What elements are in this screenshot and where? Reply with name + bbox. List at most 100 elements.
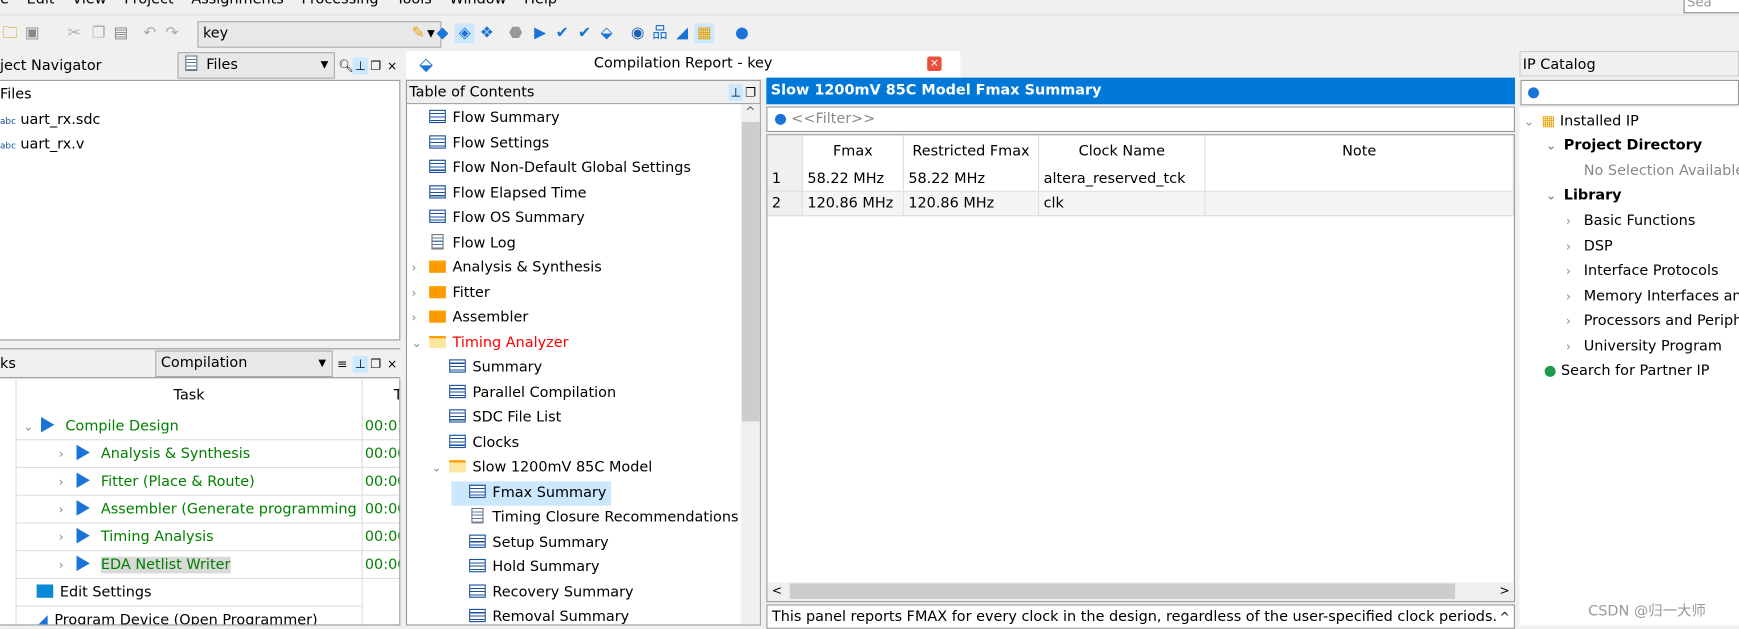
start-compilation-icon[interactable]: ▶ xyxy=(530,23,550,43)
analysis-synthesis-icon[interactable]: ✔ xyxy=(574,23,594,43)
chevron-right-icon[interactable]: › xyxy=(59,440,77,467)
column-header[interactable]: Restricted Fmax xyxy=(904,135,1040,169)
column-header[interactable]: Note xyxy=(1206,135,1514,169)
chevron-right-icon[interactable]: › xyxy=(411,281,429,305)
tree-item-ip-category[interactable]: › Basic Functions xyxy=(1566,210,1695,234)
tree-item-ip-category[interactable]: › DSP xyxy=(1566,235,1613,259)
menu-item[interactable]: Edit xyxy=(27,0,55,8)
toc-item[interactable]: › Assembler xyxy=(411,306,528,330)
revision-select[interactable]: key ▼ xyxy=(197,21,442,48)
pin-icon[interactable]: ⊥ xyxy=(352,57,369,75)
chip-planner-icon[interactable]: ❖ xyxy=(477,23,497,43)
float-icon[interactable]: ❐ xyxy=(370,51,381,81)
table-cell[interactable]: clk xyxy=(1039,191,1206,217)
chevron-right-icon[interactable]: › xyxy=(411,256,429,280)
toc-item[interactable]: › Fitter xyxy=(411,281,489,305)
toc-item[interactable]: Removal Summary xyxy=(451,606,629,624)
pin-icon[interactable]: ⊥ xyxy=(352,356,369,373)
search-icon[interactable]: 🔍︎ xyxy=(338,51,353,81)
toc-item[interactable]: SDC File List xyxy=(431,406,561,430)
toc-item[interactable]: › Analysis & Synthesis xyxy=(411,256,601,280)
close-icon[interactable]: × xyxy=(927,56,942,71)
table-cell[interactable]: 58.22 MHz xyxy=(903,167,1040,192)
file-item[interactable]: abc uart_rx.sdc xyxy=(0,109,100,133)
navigator-view-select[interactable]: Files ▼ xyxy=(177,52,335,79)
toc-item[interactable]: Flow Summary xyxy=(411,106,560,130)
table-cell[interactable]: altera_reserved_tck xyxy=(1039,167,1206,192)
toc-item[interactable]: Flow Non-Default Global Settings xyxy=(411,156,691,180)
toc-item[interactable]: ⌄ Slow 1200mV 85C Model xyxy=(431,456,652,480)
menu-item[interactable]: Processing xyxy=(302,0,379,8)
horizontal-scrollbar[interactable]: < > xyxy=(767,582,1514,602)
search-partner-ip[interactable]: ● Search for Partner IP xyxy=(1544,359,1710,383)
netlist-viewer-icon[interactable]: 品 xyxy=(650,23,670,43)
toc-item[interactable]: Flow Log xyxy=(411,231,516,255)
save-icon[interactable]: ▣ xyxy=(22,23,42,43)
timing-analyzer-icon[interactable]: ◉ xyxy=(628,23,648,43)
menu-item[interactable]: Help xyxy=(524,0,557,8)
chevron-right-icon[interactable]: › xyxy=(411,306,429,330)
task-row[interactable]: › Timing Analysis xyxy=(16,523,362,552)
chevron-right-icon[interactable]: › xyxy=(1566,210,1584,234)
column-header[interactable]: Fmax xyxy=(803,135,904,169)
task-row[interactable]: › Assembler (Generate programming files) xyxy=(16,496,362,524)
tree-item-ip-category[interactable]: › Interface Protocols xyxy=(1566,260,1718,284)
menu-item[interactable]: Window xyxy=(450,0,507,8)
toc-item[interactable]: Flow Elapsed Time xyxy=(411,181,587,205)
ip-catalog-icon[interactable]: ▦ xyxy=(694,23,715,44)
chevron-down-icon[interactable]: ⌄ xyxy=(23,413,41,440)
paste-icon[interactable]: ▤ xyxy=(111,23,131,43)
chevron-down-icon[interactable]: ⌄ xyxy=(411,331,429,355)
close-icon[interactable]: × xyxy=(387,349,397,379)
chevron-right-icon[interactable]: › xyxy=(1566,334,1584,358)
ip-search-input[interactable]: ● xyxy=(1520,79,1739,106)
flow-select[interactable]: Compilation ▼ xyxy=(155,350,333,378)
filter-input[interactable]: ● <<Filter>> xyxy=(766,106,1515,132)
run-icon[interactable] xyxy=(76,472,90,488)
toc-item[interactable]: Parallel Compilation xyxy=(431,381,616,405)
scroll-left-icon[interactable]: < xyxy=(772,583,782,597)
menu-icon[interactable]: ≡ xyxy=(337,349,347,379)
chevron-right-icon[interactable]: › xyxy=(59,523,77,550)
menu-item[interactable]: Assignments xyxy=(191,0,283,8)
run-icon[interactable] xyxy=(41,417,55,433)
toc-scrollbar[interactable]: ^ xyxy=(740,104,760,625)
pin-planner-icon[interactable]: ◆ xyxy=(433,23,453,43)
column-header[interactable] xyxy=(767,135,803,169)
chevron-right-icon[interactable]: › xyxy=(59,468,77,495)
toc-item[interactable]: Fmax Summary xyxy=(451,480,611,506)
toc-item[interactable]: ⌄ Timing Analyzer xyxy=(411,331,568,355)
toc-item[interactable]: Setup Summary xyxy=(451,531,609,555)
table-cell[interactable]: 120.86 MHz xyxy=(903,191,1040,217)
chevron-right-icon[interactable]: › xyxy=(1566,235,1584,259)
open-icon[interactable]: 🗀 xyxy=(0,23,20,43)
task-row[interactable]: › Fitter (Place & Route) xyxy=(16,468,362,496)
stop-icon[interactable]: ⬣ xyxy=(506,23,526,43)
tree-item-installed-ip[interactable]: ⌄ ▦ Installed IP xyxy=(1524,110,1639,134)
pin-icon[interactable]: ⊥ xyxy=(728,84,744,101)
toc-item[interactable]: Flow OS Summary xyxy=(411,206,585,230)
tree-item-ip-category[interactable]: › Processors and Periph xyxy=(1566,309,1739,333)
task-row-program-device[interactable]: ◢ Program Device (Open Programmer) xyxy=(17,607,362,624)
tree-item-project-directory[interactable]: ⌄ Project Directory xyxy=(1546,134,1702,158)
scroll-thumb[interactable] xyxy=(741,121,760,422)
chevron-right-icon[interactable]: › xyxy=(1566,309,1584,333)
run-icon[interactable] xyxy=(76,444,90,461)
menu-item[interactable]: Tools xyxy=(396,0,432,8)
quick-search-input[interactable]: Sea xyxy=(1683,0,1739,14)
programmer-icon[interactable]: ◢ xyxy=(672,23,692,43)
task-row-edit-settings[interactable]: Edit Settings xyxy=(16,579,362,607)
menu-item[interactable]: e xyxy=(0,0,9,8)
toc-item[interactable]: Clocks xyxy=(431,431,519,455)
cut-icon[interactable]: ✂ xyxy=(64,23,84,43)
run-icon[interactable] xyxy=(76,500,90,516)
column-header[interactable]: Clock Name xyxy=(1039,135,1206,169)
chevron-right-icon[interactable]: › xyxy=(59,551,77,578)
chevron-down-icon[interactable]: ⌄ xyxy=(431,456,449,480)
help-icon[interactable]: ● xyxy=(732,23,752,43)
float-icon[interactable]: ❐ xyxy=(370,349,381,379)
toc-item[interactable]: Timing Closure Recommendations xyxy=(451,506,739,530)
assignment-editor-icon[interactable]: ✎ xyxy=(408,23,428,43)
toc-item[interactable]: Flow Settings xyxy=(411,131,549,155)
redo-icon[interactable]: ↷ xyxy=(162,23,182,43)
